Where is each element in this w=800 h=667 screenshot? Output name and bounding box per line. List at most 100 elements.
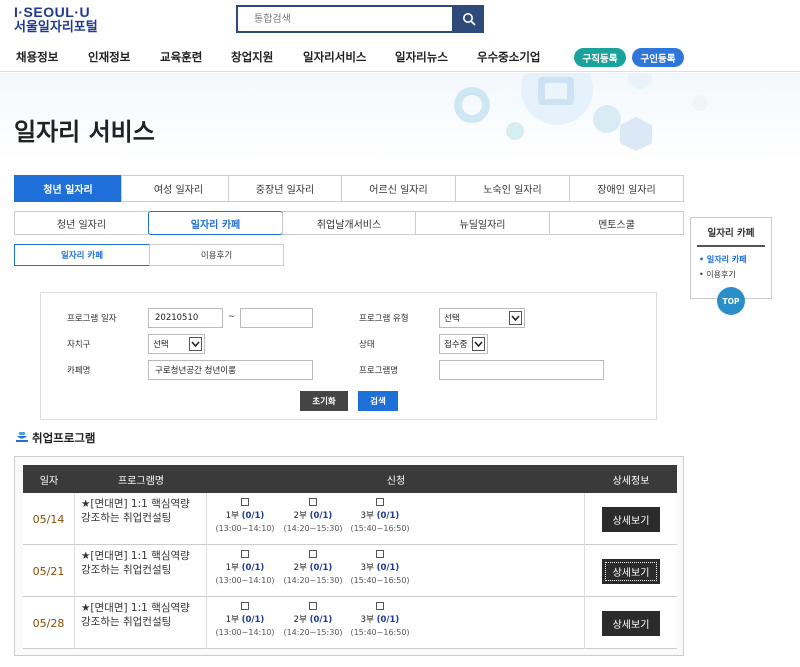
slot-time: (15:40~16:50) xyxy=(350,523,410,533)
table-row: 05/14 ★[면대면] 1:1 핵심역량 강조하는 취업컨설팅 1부 (0/1… xyxy=(23,493,677,545)
status-select[interactable]: 접수중 xyxy=(439,334,488,354)
slot-label: 2부 xyxy=(293,510,307,521)
status-value: 접수중 xyxy=(444,340,468,350)
search-submit-button[interactable]: 검색 xyxy=(358,391,398,411)
section-title: 취업프로그램 xyxy=(32,431,96,445)
program-table: 일자 프로그램명 신청 상세정보 05/14 ★[면대면] 1:1 핵심역량 강… xyxy=(14,456,684,656)
column-header-apply: 신청 xyxy=(386,475,406,487)
slot-count: (0/1) xyxy=(309,510,333,521)
date-from-input[interactable]: 20210510 xyxy=(148,308,223,328)
scroll-top-button[interactable]: TOP xyxy=(717,287,745,315)
nav-item-job-service[interactable]: 일자리서비스 xyxy=(303,49,366,65)
date-separator: ~ xyxy=(228,312,236,322)
subtab-job-cafe[interactable]: 일자리 카페 xyxy=(148,211,283,235)
district-value: 선택 xyxy=(153,340,169,350)
site-logo[interactable]: I·SEOUL·U 서울일자리포털 xyxy=(14,5,98,34)
row-date: 05/28 xyxy=(23,597,75,649)
row-apply-slots: 1부 (0/1) (13:00~14:10) 2부 (0/1) (14:20~1… xyxy=(207,493,585,545)
row-program-name: ★[면대면] 1:1 핵심역량 강조하는 취업컨설팅 xyxy=(75,493,207,545)
slot-checkbox[interactable] xyxy=(309,550,317,558)
column-header-program: 프로그램명 xyxy=(118,475,164,487)
program-name-input[interactable] xyxy=(439,360,604,380)
slot-time: (13:00~14:10) xyxy=(215,523,275,533)
job-seeker-register-button[interactable]: 구직등록 xyxy=(574,48,626,67)
slot-label: 2부 xyxy=(293,562,307,573)
slot-checkbox[interactable] xyxy=(309,498,317,506)
side-menu-title: 일자리 카페 xyxy=(697,225,765,247)
search-input[interactable] xyxy=(238,7,452,31)
subtab-reviews[interactable]: 이용후기 xyxy=(149,244,284,266)
reset-button[interactable]: 초기화 xyxy=(300,391,348,411)
nav-item-jobs[interactable]: 채용정보 xyxy=(16,49,58,65)
slot-checkbox[interactable] xyxy=(241,498,249,506)
row-apply-slots: 1부 (0/1) (13:00~14:10) 2부 (0/1) (14:20~1… xyxy=(207,545,585,597)
program-icon xyxy=(16,432,28,442)
cafe-name-input[interactable]: 구로청년공간 청년이룸 xyxy=(148,360,313,380)
subtab-employment-wing[interactable]: 취업날개서비스 xyxy=(282,211,416,235)
slot-count: (0/1) xyxy=(241,510,265,521)
program-name-label: 프로그램명 xyxy=(359,366,399,376)
row-date: 05/21 xyxy=(23,545,75,597)
subtab-job-cafe-list[interactable]: 일자리 카페 xyxy=(14,244,150,266)
slot-time: (14:20~15:30) xyxy=(283,523,343,533)
job-offer-register-button[interactable]: 구인등록 xyxy=(632,48,684,67)
side-item-reviews[interactable]: • 이용후기 xyxy=(699,269,736,280)
slot-count: (0/1) xyxy=(309,614,333,625)
tabs-level1: 청년 일자리 여성 일자리 중장년 일자리 어르신 일자리 노숙인 일자리 장애… xyxy=(14,175,684,202)
tab-homeless-jobs[interactable]: 노숙인 일자리 xyxy=(455,175,570,202)
slot-count: (0/1) xyxy=(241,614,265,625)
nav-item-job-news[interactable]: 일자리뉴스 xyxy=(395,49,448,65)
page-title: 일자리 서비스 xyxy=(14,118,155,146)
slot-checkbox[interactable] xyxy=(376,498,384,506)
tab-middle-aged-jobs[interactable]: 중장년 일자리 xyxy=(228,175,342,202)
detail-button[interactable]: 상세보기 xyxy=(602,610,660,636)
search-form: 프로그램 일자 20210510 ~ 프로그램 유형 선택 자치구 선택 상태 … xyxy=(40,292,657,420)
subtab-mentor-school[interactable]: 멘토스쿨 xyxy=(549,211,684,235)
search-icon xyxy=(463,13,476,26)
slot-checkbox[interactable] xyxy=(241,550,249,558)
slot-2: 2부 (0/1) (14:20~15:30) xyxy=(278,602,348,640)
slot-3: 3부 (0/1) (15:40~16:50) xyxy=(345,498,415,536)
tab-senior-jobs[interactable]: 어르신 일자리 xyxy=(341,175,456,202)
tab-disabled-jobs[interactable]: 장애인 일자리 xyxy=(569,175,684,202)
detail-button[interactable]: 상세보기 xyxy=(602,558,660,584)
detail-button[interactable]: 상세보기 xyxy=(602,506,660,532)
tabs-level2: 청년 일자리 일자리 카페 취업날개서비스 뉴딜일자리 멘토스쿨 xyxy=(14,211,684,235)
slot-3: 3부 (0/1) (15:40~16:50) xyxy=(345,550,415,588)
side-item-job-cafe[interactable]: • 일자리 카페 xyxy=(699,254,747,265)
column-header-date: 일자 xyxy=(39,475,59,487)
slot-checkbox[interactable] xyxy=(241,602,249,610)
row-detail-cell: 상세보기 xyxy=(585,597,677,649)
nav-item-training[interactable]: 교육훈련 xyxy=(160,49,202,65)
side-item-label: 이용후기 xyxy=(706,270,736,279)
logo-title: 서울일자리포털 xyxy=(14,20,98,35)
nav-item-sme[interactable]: 우수중소기업 xyxy=(477,49,540,65)
program-type-select[interactable]: 선택 xyxy=(439,308,525,328)
row-program-name: ★[면대면] 1:1 핵심역량 강조하는 취업컨설팅 xyxy=(75,545,207,597)
slot-checkbox[interactable] xyxy=(376,602,384,610)
logo-slogan: I·SEOUL·U xyxy=(14,4,91,20)
slot-label: 3부 xyxy=(360,510,374,521)
table-row: 05/21 ★[면대면] 1:1 핵심역량 강조하는 취업컨설팅 1부 (0/1… xyxy=(23,545,677,597)
subtab-youth-jobs[interactable]: 청년 일자리 xyxy=(14,211,149,235)
slot-count: (0/1) xyxy=(309,562,333,573)
slot-time: (15:40~16:50) xyxy=(350,575,410,585)
slot-checkbox[interactable] xyxy=(309,602,317,610)
subtab-new-deal-jobs[interactable]: 뉴딜일자리 xyxy=(415,211,550,235)
slot-time: (15:40~16:50) xyxy=(350,627,410,637)
slot-count: (0/1) xyxy=(376,510,400,521)
slot-checkbox[interactable] xyxy=(376,550,384,558)
district-select[interactable]: 선택 xyxy=(148,334,205,354)
slot-label: 3부 xyxy=(360,614,374,625)
chevron-down-icon xyxy=(509,311,522,325)
nav-item-talent[interactable]: 인재정보 xyxy=(88,49,130,65)
program-date-label: 프로그램 일자 xyxy=(67,314,117,324)
tab-youth-jobs[interactable]: 청년 일자리 xyxy=(14,175,122,202)
slot-label: 2부 xyxy=(293,614,307,625)
row-date: 05/14 xyxy=(23,493,75,545)
slot-count: (0/1) xyxy=(376,562,400,573)
date-to-input[interactable] xyxy=(240,308,313,328)
tab-women-jobs[interactable]: 여성 일자리 xyxy=(121,175,236,202)
nav-item-startup[interactable]: 창업지원 xyxy=(231,49,273,65)
search-button[interactable] xyxy=(454,5,484,33)
